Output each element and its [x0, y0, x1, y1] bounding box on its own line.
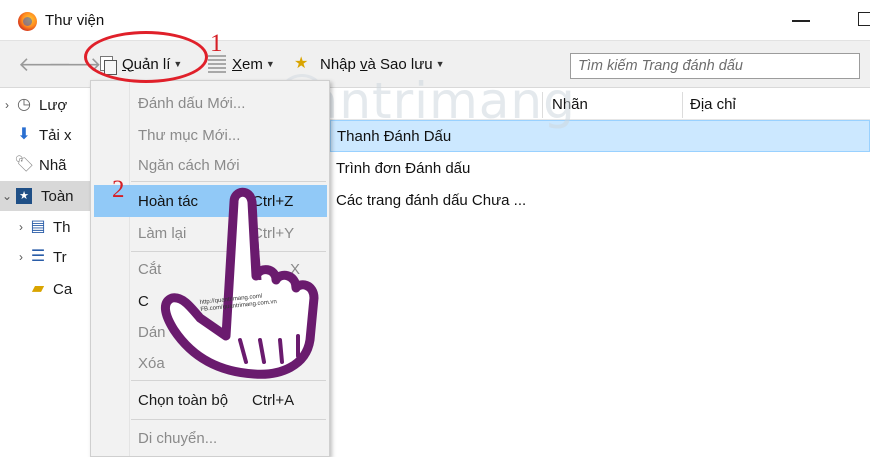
toolbar-folder-icon: ▤ [30, 218, 46, 235]
table-row[interactable]: Các trang đánh dấu Chưa ... [330, 184, 870, 216]
import-star-icon: ★ [294, 55, 309, 72]
sidebar-item-all-bookmarks[interactable]: ⌄ ★ Toàn [0, 181, 90, 211]
history-icon: ◷ [17, 96, 31, 113]
chevron-right-icon[interactable]: › [14, 220, 28, 234]
column-location[interactable]: Địa chỉ [690, 96, 736, 113]
download-icon: ⬇ [17, 126, 31, 143]
table-row[interactable]: Trình đơn Đánh dấu [330, 152, 870, 184]
sidebar: › ◷ Lượ ⬇ Tải x 🏷 Nhã ⌄ ★ Toàn › ▤ Th › … [0, 88, 90, 457]
window-title: Thư viện [45, 12, 105, 29]
menu-folder-icon: ☰ [30, 248, 46, 265]
menu-item-new-bookmark[interactable]: Đánh dấu Mới... [94, 87, 327, 119]
unsorted-folder-icon: ▰ [31, 280, 45, 297]
library-window: Thư viện 🡐 🡒 Quản lí ▼ Xem ▼ ★ Nhập và S… [0, 0, 870, 457]
dropdown-caret-icon: ▼ [435, 59, 445, 69]
minimize-button[interactable] [792, 20, 810, 22]
tag-icon: 🏷 [14, 156, 35, 173]
search-input[interactable]: Tìm kiếm Trang đánh dấu [570, 53, 860, 79]
annotation-step-1: 1 [210, 30, 223, 57]
menu-item-new-separator[interactable]: Ngăn cách Mới [94, 149, 327, 181]
chevron-right-icon[interactable]: › [0, 98, 14, 112]
maximize-button[interactable] [858, 12, 870, 26]
annotation-circle [84, 31, 208, 83]
chevron-right-icon[interactable]: › [14, 250, 28, 264]
bookmarks-star-icon: ★ [16, 188, 32, 204]
menu-item-move[interactable]: Di chuyển... [94, 422, 327, 454]
sidebar-item-tags[interactable]: 🏷 Nhã [0, 150, 90, 180]
firefox-logo-icon [18, 12, 37, 31]
menu-item-select-all[interactable]: Chọn toàn bộ Ctrl+A [94, 384, 327, 416]
sidebar-item-history[interactable]: › ◷ Lượ [0, 90, 90, 120]
sidebar-item-downloads[interactable]: ⬇ Tải x [0, 120, 90, 150]
annotation-step-2: 2 [112, 176, 125, 203]
sidebar-item-other-bookmarks[interactable]: ▰ Ca [0, 274, 90, 304]
menu-item-new-folder[interactable]: Thư mục Mới... [94, 119, 327, 151]
dropdown-caret-icon: ▼ [265, 59, 275, 69]
import-backup-button[interactable]: ★ Nhập và Sao lưu ▼ [294, 55, 445, 73]
chevron-down-icon[interactable]: ⌄ [0, 189, 14, 203]
pointing-hand-icon [161, 187, 319, 379]
sidebar-item-bookmarks-menu[interactable]: › ☰ Tr [0, 242, 90, 272]
sidebar-item-bookmarks-toolbar[interactable]: › ▤ Th [0, 212, 90, 242]
